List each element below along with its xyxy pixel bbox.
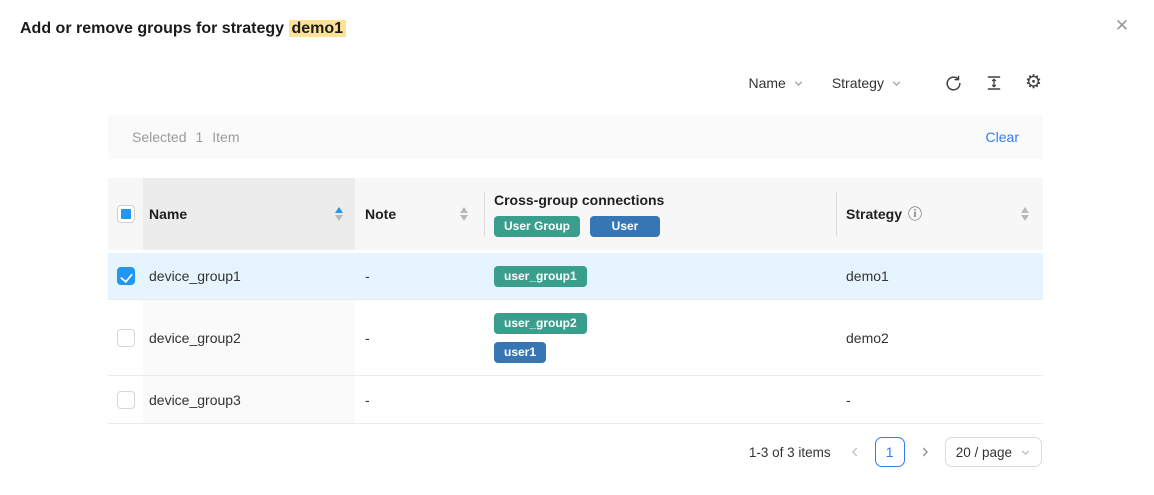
title-text: Add or remove groups for strategy bbox=[20, 20, 289, 37]
header-cross-group-cell: Cross-group connections User Group User bbox=[484, 178, 836, 250]
legend-tag-user: User bbox=[590, 216, 660, 237]
row-checkbox-cell bbox=[108, 253, 143, 299]
prev-page-icon[interactable] bbox=[849, 446, 861, 458]
legend-tag-user-group: User Group bbox=[494, 216, 580, 237]
row-checkbox[interactable] bbox=[117, 329, 135, 347]
filter-name[interactable]: Name bbox=[748, 75, 803, 91]
note-value: - bbox=[365, 330, 370, 346]
strategy-value: demo2 bbox=[846, 330, 889, 346]
strategy-value: demo1 bbox=[846, 268, 889, 284]
row-checkbox[interactable] bbox=[117, 267, 135, 285]
header-checkbox-cell bbox=[108, 178, 143, 250]
row-checkbox[interactable] bbox=[117, 391, 135, 409]
selected-unit: Item bbox=[212, 129, 239, 145]
row-note-cell: - bbox=[355, 376, 484, 423]
group-name: device_group2 bbox=[149, 330, 241, 346]
user-tag: user1 bbox=[494, 342, 546, 363]
row-name-cell: device_group3 bbox=[143, 376, 355, 423]
close-icon[interactable]: ✕ bbox=[1110, 14, 1134, 38]
header-cross-group-label: Cross-group connections bbox=[494, 192, 664, 208]
sort-icon-note[interactable] bbox=[460, 207, 468, 221]
header-name-label: Name bbox=[149, 206, 187, 222]
strategy-value: - bbox=[846, 392, 851, 408]
selected-label: Selected bbox=[132, 129, 186, 145]
row-note-cell: - bbox=[355, 253, 484, 299]
row-height-icon[interactable] bbox=[985, 74, 1003, 92]
row-checkbox-cell bbox=[108, 300, 143, 375]
select-all-checkbox[interactable] bbox=[117, 205, 135, 223]
table-header-row: Name Note Cross-group connections User G… bbox=[108, 178, 1043, 250]
table-row[interactable]: device_group3 - - bbox=[108, 376, 1043, 424]
groups-table: Name Note Cross-group connections User G… bbox=[108, 178, 1043, 424]
header-note-label: Note bbox=[365, 206, 396, 222]
row-cross-group-cell: user_group2 user1 bbox=[484, 300, 836, 375]
refresh-icon[interactable] bbox=[944, 74, 963, 93]
filter-strategy-label: Strategy bbox=[832, 75, 884, 91]
clear-selection-link[interactable]: Clear bbox=[986, 129, 1019, 145]
chevron-down-icon bbox=[1020, 447, 1031, 458]
chevron-down-icon bbox=[891, 78, 902, 89]
row-strategy-cell: demo1 bbox=[836, 253, 1043, 299]
header-strategy-cell: Strategy ⓘ bbox=[836, 178, 1043, 250]
header-note-cell: Note bbox=[355, 178, 484, 250]
dialog: Add or remove groups for strategy demo1 … bbox=[0, 0, 1154, 495]
page-size-select[interactable]: 20 / page bbox=[945, 437, 1042, 467]
selected-count: 1 bbox=[195, 129, 203, 145]
page-number-button[interactable]: 1 bbox=[875, 437, 905, 467]
page-title: Add or remove groups for strategy demo1 bbox=[20, 20, 346, 38]
chevron-down-icon bbox=[793, 78, 804, 89]
table-row[interactable]: device_group2 - user_group2 user1 demo2 bbox=[108, 300, 1043, 376]
row-note-cell: - bbox=[355, 300, 484, 375]
note-value: - bbox=[365, 268, 370, 284]
row-checkbox-cell bbox=[108, 376, 143, 423]
row-strategy-cell: demo2 bbox=[836, 300, 1043, 375]
title-highlight: demo1 bbox=[289, 20, 347, 37]
user-group-tag: user_group2 bbox=[494, 313, 587, 334]
sort-icon-strategy[interactable] bbox=[1021, 207, 1029, 221]
toolbar: Name Strategy ⚙ bbox=[720, 70, 1042, 96]
pagination: 1-3 of 3 items 1 20 / page bbox=[749, 437, 1042, 467]
next-page-icon[interactable] bbox=[919, 446, 931, 458]
sort-icon-name[interactable] bbox=[335, 207, 343, 221]
selection-bar: Selected 1 Item Clear bbox=[108, 115, 1043, 159]
row-name-cell: device_group2 bbox=[143, 300, 355, 375]
header-name-cell: Name bbox=[143, 178, 355, 250]
row-name-cell: device_group1 bbox=[143, 253, 355, 299]
group-name: device_group3 bbox=[149, 392, 241, 408]
row-strategy-cell: - bbox=[836, 376, 1043, 423]
header-strategy-label: Strategy bbox=[846, 206, 902, 222]
group-name: device_group1 bbox=[149, 268, 241, 284]
table-row[interactable]: device_group1 - user_group1 demo1 bbox=[108, 253, 1043, 300]
selection-summary: Selected 1 Item bbox=[132, 129, 240, 145]
user-group-tag: user_group1 bbox=[494, 266, 587, 287]
page-size-value: 20 / page bbox=[956, 445, 1012, 460]
info-icon[interactable]: ⓘ bbox=[908, 204, 922, 224]
filter-strategy[interactable]: Strategy bbox=[832, 75, 902, 91]
cross-group-legend: User Group User bbox=[494, 216, 664, 237]
note-value: - bbox=[365, 392, 370, 408]
row-cross-group-cell bbox=[484, 376, 836, 423]
filter-name-label: Name bbox=[748, 75, 785, 91]
settings-icon[interactable]: ⚙ bbox=[1025, 74, 1042, 92]
pagination-total: 1-3 of 3 items bbox=[749, 445, 831, 460]
row-cross-group-cell: user_group1 bbox=[484, 253, 836, 299]
